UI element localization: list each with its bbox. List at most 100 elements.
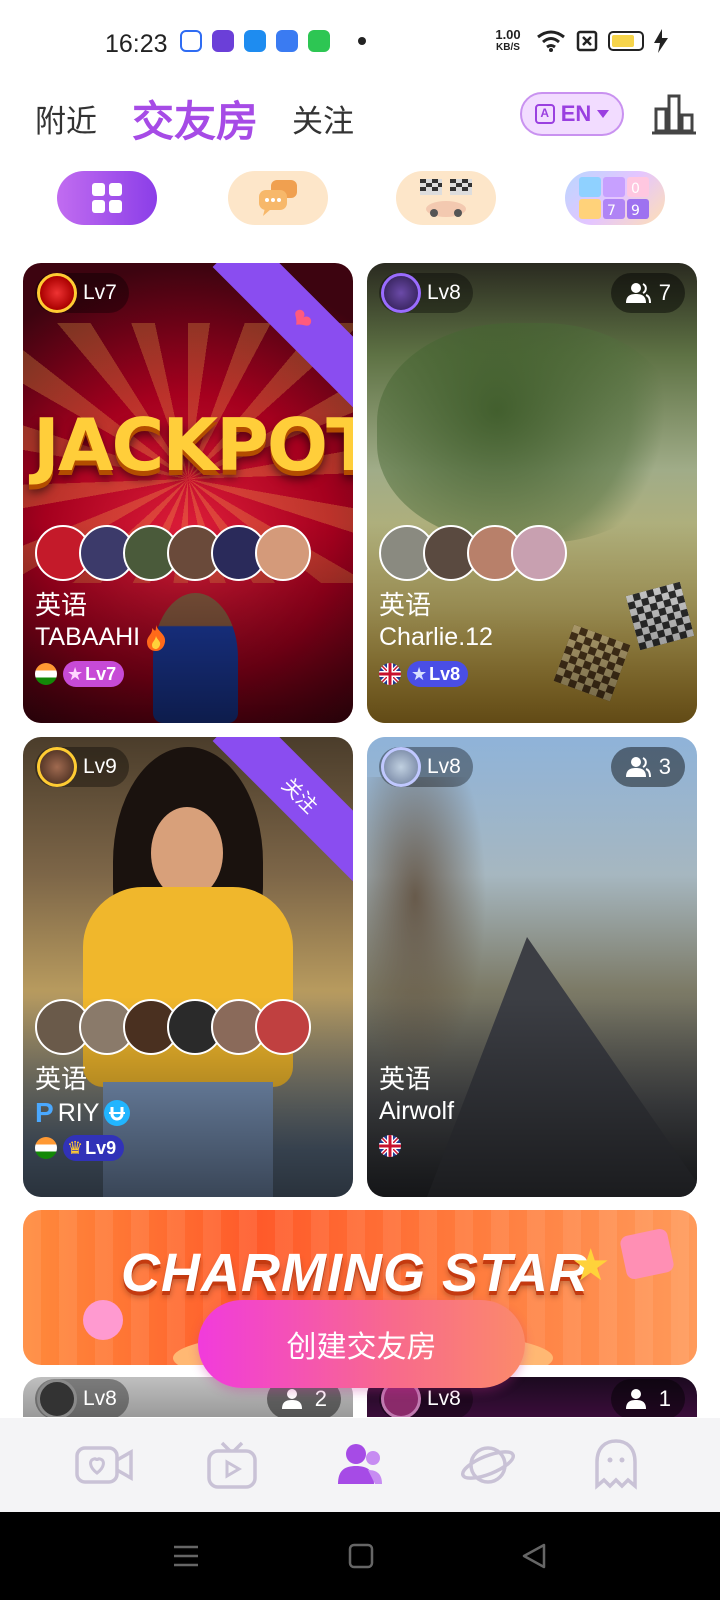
host-level: Lv8 xyxy=(427,281,461,304)
video-heart-icon xyxy=(75,1446,133,1484)
nav-tv-play[interactable] xyxy=(201,1434,263,1496)
room-card[interactable]: Lv9 关注 英语 P RIY ♛ Lv9 xyxy=(23,737,353,1197)
host-level-badge: Lv8 xyxy=(379,747,473,787)
room-name: Airwolf xyxy=(379,1097,454,1126)
status-indicators: 1.00 KB/S xyxy=(490,28,668,54)
green-app-icon xyxy=(308,30,330,52)
viewer-count: 3 xyxy=(658,754,671,779)
ghost-icon xyxy=(595,1439,637,1490)
chevron-down-icon xyxy=(597,110,610,118)
filter-chat-button[interactable] xyxy=(228,171,328,225)
member-avatar xyxy=(255,999,311,1055)
room-name: Charlie.12 xyxy=(379,623,493,652)
viewer-count-badge: 3 xyxy=(610,747,685,787)
host-avatar xyxy=(381,273,421,313)
room-name-text: Airwolf xyxy=(379,1097,455,1125)
people-group-icon xyxy=(338,1444,382,1484)
u-turn-badge-icon xyxy=(104,1100,131,1126)
filter-racing-button[interactable] xyxy=(396,171,496,225)
race-flags-icon xyxy=(420,179,472,217)
tv-play-icon xyxy=(207,1441,257,1489)
user-level-tag: ★ Lv7 xyxy=(63,661,125,687)
user-level: Lv8 xyxy=(429,663,461,684)
back-icon[interactable] xyxy=(520,1542,548,1570)
host-avatar xyxy=(37,747,77,787)
banner-title: CHARMING STAR xyxy=(121,1243,589,1303)
net-speed-unit: KB/S xyxy=(496,42,520,53)
home-icon[interactable] xyxy=(348,1542,374,1570)
purple-app-icon xyxy=(212,30,234,52)
room-card[interactable]: JACKPOT Lv7 ❤ 英语 TABAAHI ★ Lv7 xyxy=(23,263,353,723)
wifi-icon xyxy=(537,30,565,52)
uk-flag-icon xyxy=(379,663,401,685)
room-tags: ♛ Lv9 xyxy=(35,1135,125,1161)
crown-icon: ♛ xyxy=(67,1137,84,1158)
uk-flag-icon xyxy=(379,1135,401,1157)
system-nav-bar xyxy=(0,1512,720,1600)
svg-text:9: 9 xyxy=(631,203,640,219)
svg-text:7: 7 xyxy=(607,203,616,219)
member-avatars xyxy=(379,525,567,581)
room-tags: ★ Lv8 xyxy=(379,661,469,687)
viewer-count: 7 xyxy=(658,280,671,305)
host-avatar xyxy=(37,273,77,313)
room-name-text: TABAAHI xyxy=(35,623,141,651)
host-level-badge: Lv8 xyxy=(35,1379,129,1417)
nav-ghost-chat[interactable] xyxy=(585,1434,647,1496)
user-level-tag: ♛ Lv9 xyxy=(63,1135,125,1161)
member-avatars xyxy=(35,525,311,581)
create-room-button[interactable]: 创建交友房 xyxy=(198,1300,525,1388)
tab-party-rooms[interactable]: 交友房 xyxy=(132,88,258,149)
member-avatar xyxy=(255,525,311,581)
room-name: TABAAHI xyxy=(35,623,168,652)
tab-nearby[interactable]: 附近 xyxy=(35,96,97,141)
host-level-badge: Lv7 xyxy=(35,273,129,313)
cover-tree-foliage xyxy=(377,323,677,543)
planet-icon xyxy=(460,1446,516,1484)
number-blocks-icon: 7 0 9 xyxy=(579,177,649,219)
charging-icon xyxy=(654,29,668,53)
menu-icon[interactable] xyxy=(172,1542,200,1570)
grid-icon xyxy=(92,183,122,213)
nav-live-video[interactable] xyxy=(73,1434,135,1496)
parking-p-icon: P xyxy=(35,1097,54,1128)
star-icon: ★ xyxy=(411,663,428,684)
people-icon xyxy=(625,283,651,304)
host-level-badge: Lv8 xyxy=(379,273,473,313)
star-badge-icon: ★ xyxy=(571,1241,611,1290)
filter-all-button[interactable] xyxy=(57,171,157,225)
host-avatar xyxy=(381,747,421,787)
tab-following[interactable]: 关注 xyxy=(292,96,354,141)
room-name-text: Charlie.12 xyxy=(379,623,493,651)
nav-party-rooms[interactable] xyxy=(329,1434,391,1496)
svg-text:0: 0 xyxy=(631,181,640,197)
host-level: Lv8 xyxy=(427,1387,461,1410)
room-tags xyxy=(379,1135,401,1157)
user-level-tag: ★ Lv8 xyxy=(407,661,469,687)
room-card[interactable]: Lv8 3 英语 Airwolf xyxy=(367,737,697,1197)
member-avatars xyxy=(35,999,311,1055)
network-speed: 1.00 KB/S xyxy=(490,28,526,54)
status-time: 16:23 xyxy=(105,30,168,58)
star-icon: ★ xyxy=(67,663,84,684)
qq-browser-icon xyxy=(276,30,298,52)
india-flag-icon xyxy=(35,1137,57,1159)
nav-planet[interactable] xyxy=(457,1434,519,1496)
room-language: 英语 xyxy=(379,590,432,620)
language-label: EN xyxy=(560,101,592,126)
viewer-count: 2 xyxy=(314,1386,327,1411)
cover-face xyxy=(151,807,223,899)
ranking-icon[interactable] xyxy=(652,93,696,135)
host-level: Lv8 xyxy=(427,755,461,778)
winged-heart-icon: ❤ xyxy=(283,301,320,338)
language-selector[interactable]: A EN xyxy=(520,92,624,136)
people-icon xyxy=(625,1389,646,1409)
viewer-count-badge: 7 xyxy=(610,273,685,313)
room-card[interactable]: Lv8 7 英语 Charlie.12 ★ Lv8 xyxy=(367,263,697,723)
user-level: Lv7 xyxy=(85,663,117,684)
people-icon xyxy=(281,1389,302,1409)
filter-number-game-button[interactable]: 7 0 9 xyxy=(565,171,665,225)
follow-ribbon-label: 关注 xyxy=(277,773,322,818)
host-level: Lv7 xyxy=(83,281,117,304)
notification-icons xyxy=(180,30,366,52)
